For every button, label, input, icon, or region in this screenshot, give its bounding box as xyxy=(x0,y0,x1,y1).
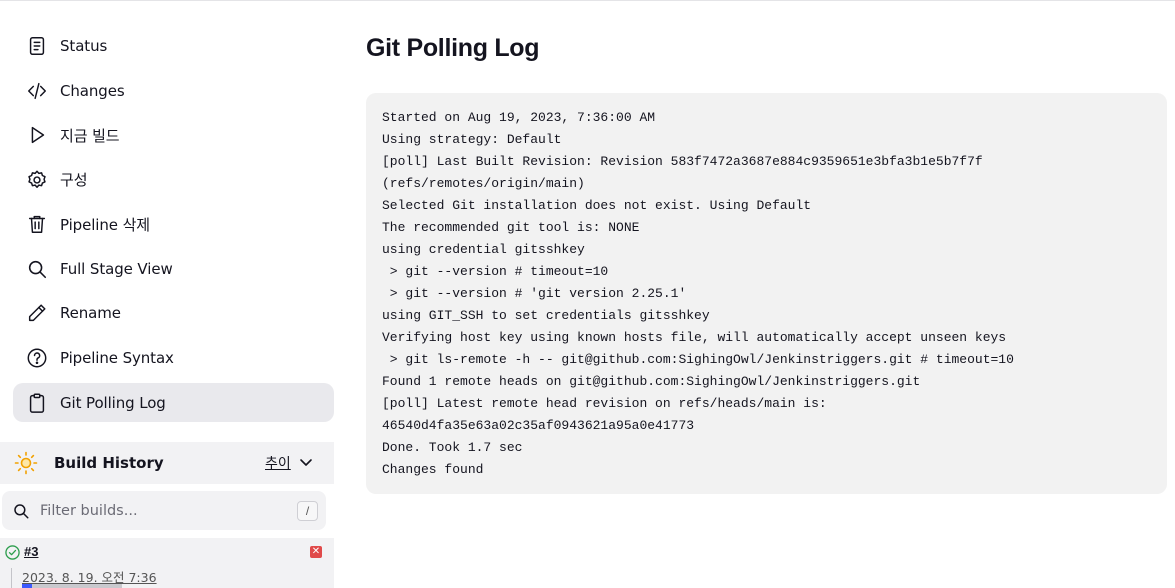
sidebar-item-label: Git Polling Log xyxy=(60,393,166,412)
log-line: Using strategy: Default xyxy=(382,132,562,147)
log-line: > git --version # timeout=10 xyxy=(382,264,609,279)
gear-icon xyxy=(25,168,49,192)
sidebar-item-label: Status xyxy=(60,37,108,56)
chevron-down-icon[interactable] xyxy=(298,454,314,470)
search-icon xyxy=(14,503,29,518)
log-line: The recommended git tool is: NONE xyxy=(382,220,640,235)
code-icon xyxy=(25,79,49,103)
sidebar-item-full-stage-view[interactable]: Full Stage View xyxy=(13,247,334,292)
sidebar-item-label: 지금 빌드 xyxy=(60,126,120,145)
play-icon xyxy=(25,123,49,147)
sidebar-item-label: Changes xyxy=(60,81,125,100)
sidebar-item-delete-pipeline[interactable]: Pipeline 삭제 xyxy=(13,202,334,247)
polling-log-output: Started on Aug 19, 2023, 7:36:00 AM Using… xyxy=(366,93,1167,494)
build-history-title: Build History xyxy=(54,454,164,472)
log-line: Found 1 remote heads on git@github.com:S… xyxy=(382,374,921,389)
filter-builds: / xyxy=(2,491,326,530)
sidebar-item-changes[interactable]: Changes xyxy=(13,69,334,114)
sidebar-item-label: 구성 xyxy=(60,171,88,190)
sidebar-item-build-now[interactable]: 지금 빌드 xyxy=(13,113,334,158)
side-nav: Status Changes 지금 빌드 구성 Pipeline 삭제 Full… xyxy=(13,24,334,422)
delete-build-icon[interactable]: ✕ xyxy=(310,546,322,558)
pencil-icon xyxy=(25,301,49,325)
log-line: > git ls-remote -h -- git@github.com:Sig… xyxy=(382,352,1014,367)
sidebar-item-status[interactable]: Status xyxy=(13,24,334,69)
log-line: Verifying host key using known hosts fil… xyxy=(382,330,1007,345)
filter-builds-input[interactable] xyxy=(40,502,280,519)
build-row[interactable]: #3 ✕ 2023. 8. 19. 오전 7:36 xyxy=(0,538,334,588)
build-number-link[interactable]: #3 xyxy=(24,544,38,559)
page-title: Git Polling Log xyxy=(366,34,540,62)
sun-icon xyxy=(14,451,38,475)
log-line: Changes found xyxy=(382,462,484,477)
success-check-icon xyxy=(5,545,20,560)
sidebar-item-label: Full Stage View xyxy=(60,259,173,278)
log-line: Selected Git installation does not exist… xyxy=(382,198,812,213)
timeline-line xyxy=(11,568,12,588)
sidebar-item-label: Rename xyxy=(60,304,121,323)
log-line: using GIT_SSH to set credentials gitsshk… xyxy=(382,308,710,323)
log-line: [poll] Latest remote head revision on re… xyxy=(382,396,827,411)
clipboard-icon xyxy=(25,391,49,415)
log-line: (refs/remotes/origin/main) xyxy=(382,176,585,191)
sidebar-item-label: Pipeline Syntax xyxy=(60,348,174,367)
sidebar-item-pipeline-syntax[interactable]: Pipeline Syntax xyxy=(13,336,334,381)
trash-icon xyxy=(25,212,49,236)
search-icon xyxy=(25,257,49,281)
trend-link[interactable]: 추이 xyxy=(265,453,291,473)
sidebar-item-configure[interactable]: 구성 xyxy=(13,158,334,203)
build-progress-bar xyxy=(22,584,122,588)
help-circle-icon xyxy=(25,346,49,370)
document-icon xyxy=(25,34,49,58)
sidebar-item-git-polling-log[interactable]: Git Polling Log xyxy=(13,383,334,422)
build-history-header: Build History 추이 xyxy=(0,442,334,484)
log-line: Started on Aug 19, 2023, 7:36:00 AM xyxy=(382,110,656,125)
sidebar: Status Changes 지금 빌드 구성 Pipeline 삭제 Full… xyxy=(0,0,345,588)
log-line: 46540d4fa35e63a02c35af0943621a95a0e41773 xyxy=(382,418,695,433)
build-progress-fill xyxy=(22,584,32,588)
log-line: > git --version # 'git version 2.25.1' xyxy=(382,286,687,301)
log-line: Done. Took 1.7 sec xyxy=(382,440,523,455)
log-line: using credential gitsshkey xyxy=(382,242,585,257)
log-line: [poll] Last Built Revision: Revision 583… xyxy=(382,154,983,169)
sidebar-item-rename[interactable]: Rename xyxy=(13,291,334,336)
keyboard-shortcut-hint: / xyxy=(297,501,318,521)
sidebar-item-label: Pipeline 삭제 xyxy=(60,215,150,234)
